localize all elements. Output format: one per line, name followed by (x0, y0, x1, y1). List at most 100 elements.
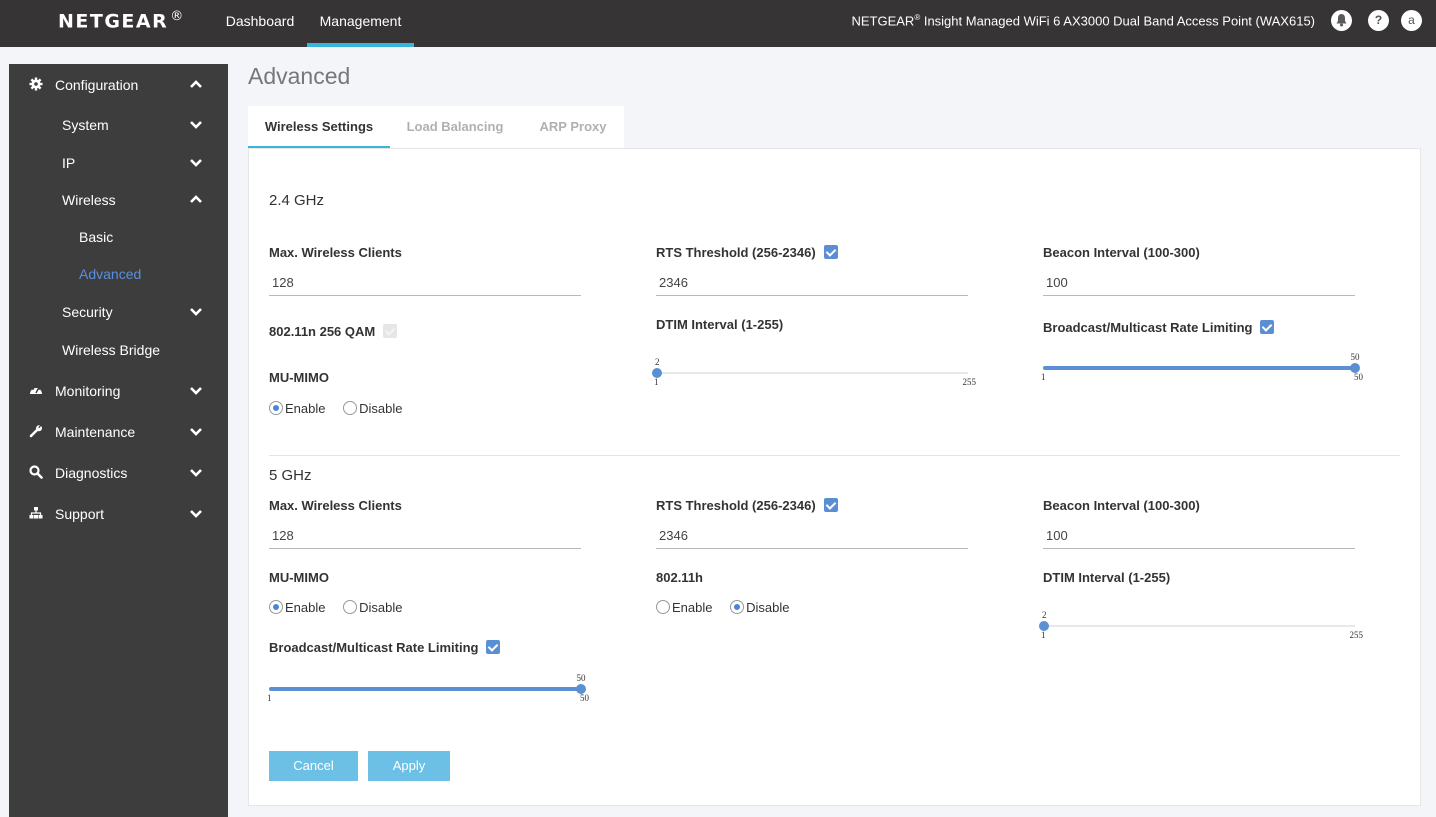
chevron-down-icon (190, 159, 202, 167)
slider-fill (269, 687, 581, 691)
slider-value: 2 (654, 357, 660, 367)
dot11h-label: 802.11h (656, 570, 703, 585)
slider-max: 255 (1349, 630, 1364, 640)
wrench-icon (29, 425, 42, 438)
slider-fill (1043, 366, 1355, 370)
slider-value: 50 (576, 673, 586, 683)
tab-wireless-settings[interactable]: Wireless Settings (248, 106, 390, 149)
sidebar-item-ip[interactable]: IP (9, 149, 228, 179)
section-title-5ghz: 5 GHz (269, 467, 312, 484)
rate-limit-24-slider[interactable]: 50 1 50 (1041, 352, 1363, 383)
beacon-interval-24-input[interactable] (1043, 270, 1355, 296)
qam-256-label: 802.11n 256 QAM (269, 324, 398, 339)
mu-mimo-24-label: MU-MIMO (269, 370, 329, 385)
dtim-interval-5-label: DTIM Interval (1-255) (1043, 570, 1171, 585)
sidebar-item-system[interactable]: System (9, 111, 228, 141)
rate-limit-24-label: Broadcast/Multicast Rate Limiting (1043, 320, 1275, 335)
mu-mimo-24-disable-option[interactable]: Disable (343, 401, 402, 416)
beacon-interval-5-label: Beacon Interval (100-300) (1043, 498, 1200, 513)
sitemap-icon (29, 507, 43, 519)
search-icon (29, 465, 43, 479)
nav-tab-dashboard[interactable]: Dashboard (216, 0, 304, 47)
mu-mimo-5-radio-group: Enable Disable (269, 600, 416, 615)
dashboard-gauge-icon (30, 386, 42, 394)
dot11h-enable-option[interactable]: Enable (656, 600, 712, 615)
slider-value: 2 (1041, 610, 1047, 620)
chevron-down-icon (190, 469, 202, 477)
slider-min: 1 (1041, 372, 1046, 382)
sidebar-item-maintenance[interactable]: Maintenance (9, 418, 228, 448)
mu-mimo-5-label: MU-MIMO (269, 570, 329, 585)
radio-button[interactable] (269, 600, 283, 614)
sidebar-item-diagnostics[interactable]: Diagnostics (9, 459, 228, 489)
section-divider (269, 455, 1400, 456)
sidebar-item-wireless-bridge[interactable]: Wireless Bridge (9, 336, 228, 366)
qam-256-checkbox[interactable] (383, 324, 398, 338)
radio-button[interactable] (269, 401, 283, 415)
account-avatar[interactable]: a (1401, 10, 1422, 31)
rate-limit-5-slider[interactable]: 50 1 50 (267, 673, 589, 704)
dtim-interval-24-label: DTIM Interval (1-255) (656, 317, 784, 332)
rts-threshold-24-input[interactable] (656, 270, 968, 296)
slider-min: 1 (654, 377, 659, 387)
dtim-interval-24-slider[interactable]: 2 1 255 (652, 357, 976, 388)
slider-value: 50 (1350, 352, 1360, 362)
notifications-bell-icon[interactable] (1331, 10, 1352, 31)
sidebar-item-advanced[interactable]: Advanced (9, 260, 228, 290)
rts-threshold-5-checkbox[interactable] (823, 498, 838, 512)
rate-limit-5-checkbox[interactable] (486, 640, 501, 654)
dot11h-radio-group: Enable Disable (656, 600, 803, 615)
sidebar-item-wireless[interactable]: Wireless (9, 186, 228, 216)
radio-button[interactable] (730, 600, 745, 614)
rts-threshold-24-checkbox[interactable] (823, 245, 838, 259)
chevron-down-icon (190, 510, 202, 518)
chevron-down-icon (190, 387, 202, 395)
sidebar-item-basic[interactable]: Basic (9, 223, 228, 253)
sidebar-item-monitoring[interactable]: Monitoring (9, 377, 228, 407)
sidebar: Configuration System IP Wireless Basic A… (9, 64, 228, 817)
max-clients-24-input[interactable] (269, 270, 581, 296)
sidebar-item-security[interactable]: Security (9, 298, 228, 328)
rts-threshold-5-input[interactable] (656, 523, 968, 549)
radio-button[interactable] (656, 600, 670, 614)
beacon-interval-5-input[interactable] (1043, 523, 1355, 549)
sidebar-item-configuration[interactable]: Configuration (9, 71, 228, 101)
slider-min: 1 (1041, 630, 1046, 640)
sidebar-item-support[interactable]: Support (9, 500, 228, 530)
chevron-down-icon (190, 428, 202, 436)
tab-arp-proxy[interactable]: ARP Proxy (528, 106, 618, 148)
slider-max: 50 (580, 693, 589, 703)
help-icon[interactable]: ? (1368, 10, 1389, 31)
max-clients-5-label: Max. Wireless Clients (269, 498, 402, 513)
mu-mimo-24-radio-group: Enable Disable (269, 401, 416, 416)
radio-button[interactable] (343, 401, 358, 415)
netgear-logo[interactable]: NETGEAR ® (58, 9, 185, 32)
page-title: Advanced (248, 63, 351, 89)
rts-threshold-24-label: RTS Threshold (256-2346) (656, 245, 838, 260)
nav-tab-management[interactable]: Management (307, 0, 414, 47)
rate-limit-24-checkbox[interactable] (1260, 320, 1275, 334)
mu-mimo-24-enable-option[interactable]: Enable (269, 401, 325, 416)
apply-button[interactable]: Apply (368, 751, 450, 781)
chevron-up-icon (190, 80, 202, 88)
max-clients-5-input[interactable] (269, 523, 581, 549)
gear-icon (29, 77, 43, 91)
mu-mimo-5-disable-option[interactable]: Disable (343, 600, 402, 615)
max-clients-24-label: Max. Wireless Clients (269, 245, 402, 260)
device-title: NETGEAR® Insight Managed WiFi 6 AX3000 D… (851, 13, 1315, 29)
dtim-interval-5-slider[interactable]: 2 1 255 (1039, 610, 1363, 641)
dot11h-disable-option[interactable]: Disable (730, 600, 789, 615)
mu-mimo-5-enable-option[interactable]: Enable (269, 600, 325, 615)
slider-min: 1 (267, 693, 272, 703)
section-title-2-4ghz: 2.4 GHz (269, 192, 325, 209)
beacon-interval-24-label: Beacon Interval (100-300) (1043, 245, 1200, 260)
slider-max: 50 (1354, 372, 1363, 382)
radio-button[interactable] (343, 600, 358, 614)
cancel-button[interactable]: Cancel (269, 751, 358, 781)
rate-limit-5-label: Broadcast/Multicast Rate Limiting (269, 640, 501, 655)
wireless-settings-panel: 2.4 GHz Max. Wireless Clients RTS Thresh… (248, 148, 1421, 806)
chevron-up-icon (190, 195, 202, 203)
chevron-down-icon (190, 308, 202, 316)
top-navigation-bar: NETGEAR ® Dashboard Management NETGEAR® I… (0, 0, 1436, 47)
tab-load-balancing[interactable]: Load Balancing (400, 106, 510, 148)
